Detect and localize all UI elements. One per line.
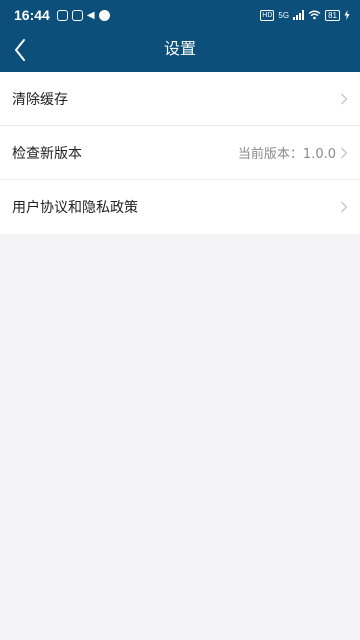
wifi-icon	[308, 10, 321, 20]
charging-icon	[344, 10, 350, 20]
clear-cache-label: 清除缓存	[12, 91, 68, 108]
app-header: 16:44 ◀ HD 5G 81 设置	[0, 0, 360, 72]
check-update-label: 检查新版本	[12, 145, 82, 162]
mute-icon: ◀	[86, 9, 95, 21]
navigation-bar: 设置	[0, 30, 360, 72]
clear-cache-row[interactable]: 清除缓存	[0, 72, 360, 126]
notification-dot-icon	[98, 9, 110, 21]
chevron-right-icon	[341, 147, 348, 158]
battery-icon: 81	[325, 9, 340, 21]
status-right: HD 5G 81	[260, 9, 350, 21]
notification-app-icon-2	[71, 9, 83, 21]
hd-badge: HD	[260, 9, 275, 21]
chevron-right-icon	[341, 201, 348, 213]
status-bar: 16:44 ◀ HD 5G 81	[0, 0, 360, 30]
page-title: 设置	[163, 39, 196, 58]
current-version-text: 当前版本：1.0.0	[237, 147, 336, 162]
check-update-row[interactable]: 检查新版本 当前版本：1.0.0	[0, 126, 360, 180]
signal-icon	[293, 10, 305, 20]
network-type: 5G	[278, 10, 290, 20]
chevron-right-icon	[341, 93, 348, 104]
settings-list: 清除缓存 检查新版本 当前版本：1.0.0 用户协议和隐私政策	[0, 72, 360, 234]
agreement-privacy-label: 用户协议和隐私政策	[12, 200, 138, 216]
agreement-privacy-row[interactable]: 用户协议和隐私政策	[0, 180, 360, 234]
notification-app-icon	[56, 9, 68, 21]
status-left: 16:44 ◀	[14, 7, 110, 23]
status-time: 16:44	[14, 7, 50, 23]
